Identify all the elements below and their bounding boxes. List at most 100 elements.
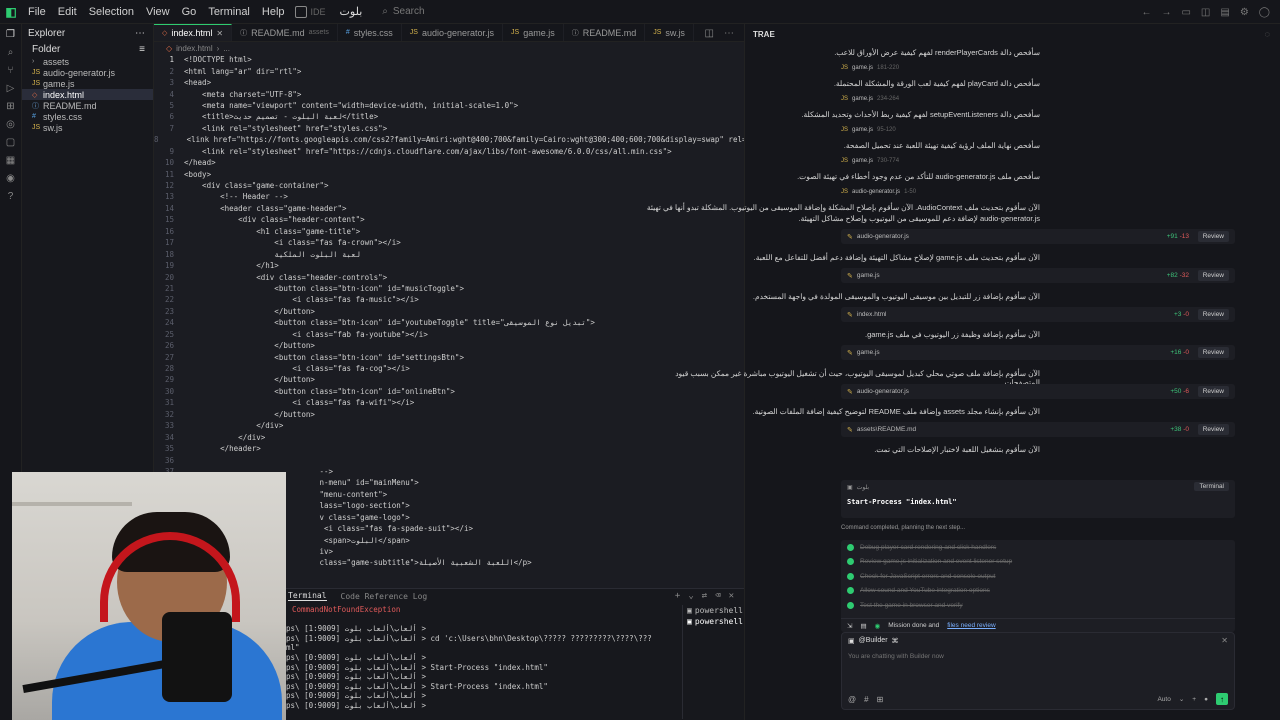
- terminal-output[interactable]: CommandNotFoundException ps\ ألعاب\ألعاب …: [286, 605, 681, 711]
- code-line[interactable]: 33 </div>: [154, 420, 744, 431]
- extensions-icon[interactable]: ⊞: [5, 100, 17, 112]
- review-button[interactable]: Review: [1197, 386, 1229, 397]
- terminal-session-2[interactable]: ▣ powershell: [687, 616, 744, 627]
- file-change-row[interactable]: ✎ index.html +3 -0 Review: [841, 307, 1235, 322]
- code-line[interactable]: 24 <button class="btn-icon" id="youtubeT…: [154, 317, 744, 328]
- file-change-row[interactable]: ✎ game.js +16 -0 Review: [841, 345, 1235, 360]
- file-reference[interactable]: JS game.js 181-220: [841, 62, 899, 73]
- code-line[interactable]: 16 <h1 class="game-title">: [154, 226, 744, 237]
- menu-file[interactable]: File: [22, 6, 52, 18]
- more-icon[interactable]: ⋯: [135, 28, 145, 39]
- code-line[interactable]: 4 <meta charset="UTF-8">: [154, 88, 744, 99]
- help-icon[interactable]: ?: [5, 190, 17, 202]
- files-need-review-link[interactable]: files need review: [947, 622, 995, 629]
- account-icon[interactable]: ◯: [1259, 7, 1270, 18]
- back-arrow-icon[interactable]: ←: [1141, 7, 1151, 18]
- terminal-card-button[interactable]: Terminal: [1194, 482, 1229, 491]
- tab-readme-assets[interactable]: ⓘ README.md assets: [232, 24, 338, 41]
- file-reference[interactable]: JS game.js 730-774: [841, 155, 899, 166]
- terminal-session-1[interactable]: ▣ powershell: [687, 605, 744, 616]
- send-button[interactable]: ↑: [1216, 693, 1228, 705]
- code-line[interactable]: 13 <!-- Header -->: [154, 191, 744, 202]
- file-reference[interactable]: JS game.js 95-120: [841, 124, 896, 135]
- layout-icon[interactable]: ▭: [1181, 7, 1190, 18]
- menu-terminal[interactable]: Terminal: [202, 6, 256, 18]
- list-icon[interactable]: ▤: [860, 622, 866, 630]
- review-button[interactable]: Review: [1197, 270, 1229, 281]
- chat-bubble-icon[interactable]: ◌: [1265, 29, 1270, 39]
- code-line[interactable]: 36: [154, 454, 744, 465]
- split-editor-icon[interactable]: ◫: [705, 28, 714, 39]
- close-icon[interactable]: ✕: [216, 29, 223, 38]
- tree-item-assets[interactable]: › assets: [22, 56, 153, 67]
- folder-name[interactable]: Folder: [32, 44, 60, 55]
- close-icon[interactable]: ✕: [1221, 636, 1228, 645]
- collapse-icon[interactable]: ⇲: [847, 622, 852, 630]
- file-change-row[interactable]: ✎ game.js +82 -32 Review: [841, 268, 1235, 283]
- ide-toggle-icon[interactable]: [294, 5, 307, 18]
- tab-game-js[interactable]: JS game.js: [503, 24, 564, 41]
- file-reference[interactable]: JS game.js 234-264: [841, 93, 899, 104]
- tab-sw-js[interactable]: JS sw.js: [645, 24, 694, 41]
- tree-item-index[interactable]: ◇ index.html: [22, 89, 153, 100]
- tree-item-audio-generator[interactable]: JS audio-generator.js: [22, 67, 153, 78]
- chevron-down-icon[interactable]: ⌄: [688, 591, 693, 601]
- review-button[interactable]: Review: [1197, 231, 1229, 242]
- trash-icon[interactable]: ⌫: [715, 591, 720, 601]
- chat-icon[interactable]: ▢: [5, 136, 17, 148]
- agent-settings-icon[interactable]: ⌘: [892, 637, 899, 645]
- breadcrumb-more[interactable]: ...: [223, 44, 230, 53]
- menu-selection[interactable]: Selection: [83, 6, 140, 18]
- file-change-row[interactable]: ✎ audio-generator.js +50 -6 Review: [841, 384, 1235, 399]
- microphone-icon[interactable]: ●: [1204, 696, 1208, 703]
- tab-code-reference-log[interactable]: Code Reference Log: [341, 592, 428, 601]
- split-terminal-icon[interactable]: ⇄: [702, 591, 707, 601]
- close-icon[interactable]: ✕: [729, 591, 734, 601]
- code-line[interactable]: 12 <div class="game-container">: [154, 180, 744, 191]
- code-line[interactable]: 20 <div class="header-controls">: [154, 271, 744, 282]
- code-line[interactable]: 7 <link rel="stylesheet" href="styles.cs…: [154, 123, 744, 134]
- tab-styles-css[interactable]: # styles.css: [338, 24, 402, 41]
- split-icon[interactable]: ◫: [1201, 7, 1210, 18]
- account-icon[interactable]: ◉: [5, 172, 17, 184]
- global-search[interactable]: ⌕ Search: [382, 6, 424, 17]
- code-line[interactable]: 26 </button>: [154, 340, 744, 351]
- explorer-icon[interactable]: ❐: [5, 28, 17, 40]
- at-mention-icon[interactable]: @: [848, 695, 856, 704]
- code-line[interactable]: 34 </div>: [154, 431, 744, 442]
- image-icon[interactable]: ⊞: [877, 695, 884, 704]
- more-icon[interactable]: ⋯: [724, 28, 734, 39]
- code-line[interactable]: 23 </button>: [154, 306, 744, 317]
- file-change-row[interactable]: ✎ assets\README.md +38 -0 Review: [841, 422, 1235, 437]
- breadcrumb-file[interactable]: index.html: [176, 44, 212, 53]
- tree-item-readme[interactable]: ⓘ README.md: [22, 100, 153, 111]
- add-terminal-icon[interactable]: +: [675, 591, 680, 601]
- panel-icon[interactable]: ▤: [1220, 7, 1229, 18]
- review-button[interactable]: Review: [1197, 424, 1229, 435]
- remote-icon[interactable]: ◎: [5, 118, 17, 130]
- hash-icon[interactable]: #: [864, 695, 868, 704]
- forward-arrow-icon[interactable]: →: [1161, 7, 1171, 18]
- chevron-down-icon[interactable]: ⌄: [1179, 695, 1184, 703]
- file-change-row[interactable]: ✎ audio-generator.js +91 -13 Review: [841, 229, 1235, 244]
- code-line[interactable]: 2 <html lang="ar" dir="rtl">: [154, 65, 744, 76]
- tab-terminal[interactable]: Terminal: [288, 591, 327, 601]
- review-button[interactable]: Review: [1197, 309, 1229, 320]
- code-line[interactable]: 17 <i class="fas fa-crown"></i>: [154, 237, 744, 248]
- collapse-icon[interactable]: ≡: [139, 44, 145, 55]
- file-reference[interactable]: JS audio-generator.js 1-50: [841, 186, 916, 197]
- search-icon[interactable]: ⌕: [5, 46, 17, 58]
- tab-index-html[interactable]: ◇ index.html ✕: [154, 24, 233, 41]
- menu-edit[interactable]: Edit: [52, 6, 83, 18]
- add-icon[interactable]: +: [1192, 696, 1196, 703]
- source-control-icon[interactable]: ⑂: [5, 64, 17, 76]
- model-mode-select[interactable]: Auto: [1157, 696, 1170, 703]
- run-debug-icon[interactable]: ▷: [5, 82, 17, 94]
- code-line[interactable]: 30 <button class="btn-icon" id="onlineBt…: [154, 386, 744, 397]
- agent-name[interactable]: @Builder: [859, 637, 888, 644]
- tree-item-game[interactable]: JS game.js: [22, 78, 153, 89]
- grid-icon[interactable]: ▦: [5, 154, 17, 166]
- menu-go[interactable]: Go: [176, 6, 203, 18]
- settings-icon[interactable]: ⚙: [1240, 7, 1249, 18]
- review-button[interactable]: Review: [1197, 347, 1229, 358]
